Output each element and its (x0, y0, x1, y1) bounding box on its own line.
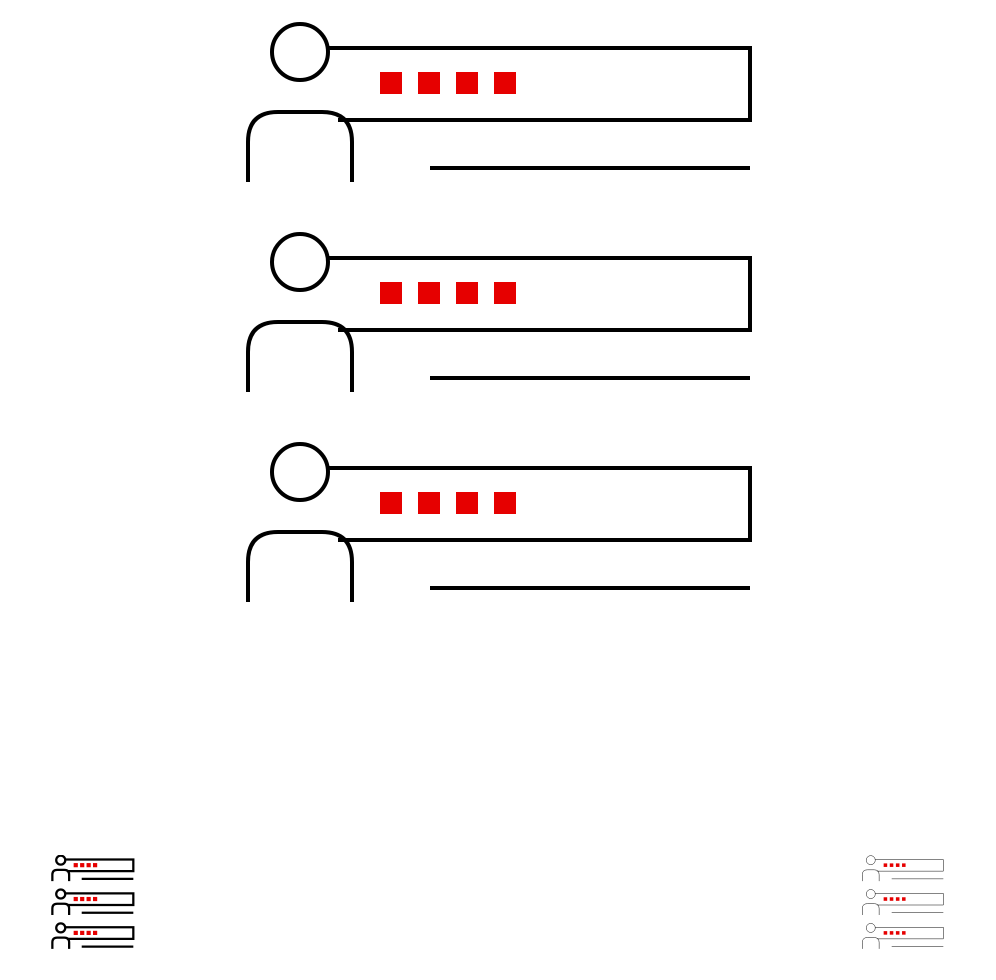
user-row-1 (248, 24, 750, 182)
thumbnail-bold-icon (48, 855, 138, 960)
user-list-svg (240, 20, 760, 640)
thumbnail-thin-icon (858, 855, 948, 960)
user-row-2 (248, 234, 750, 392)
user-skills-list-icon (240, 20, 760, 645)
user-row-3 (248, 444, 750, 602)
